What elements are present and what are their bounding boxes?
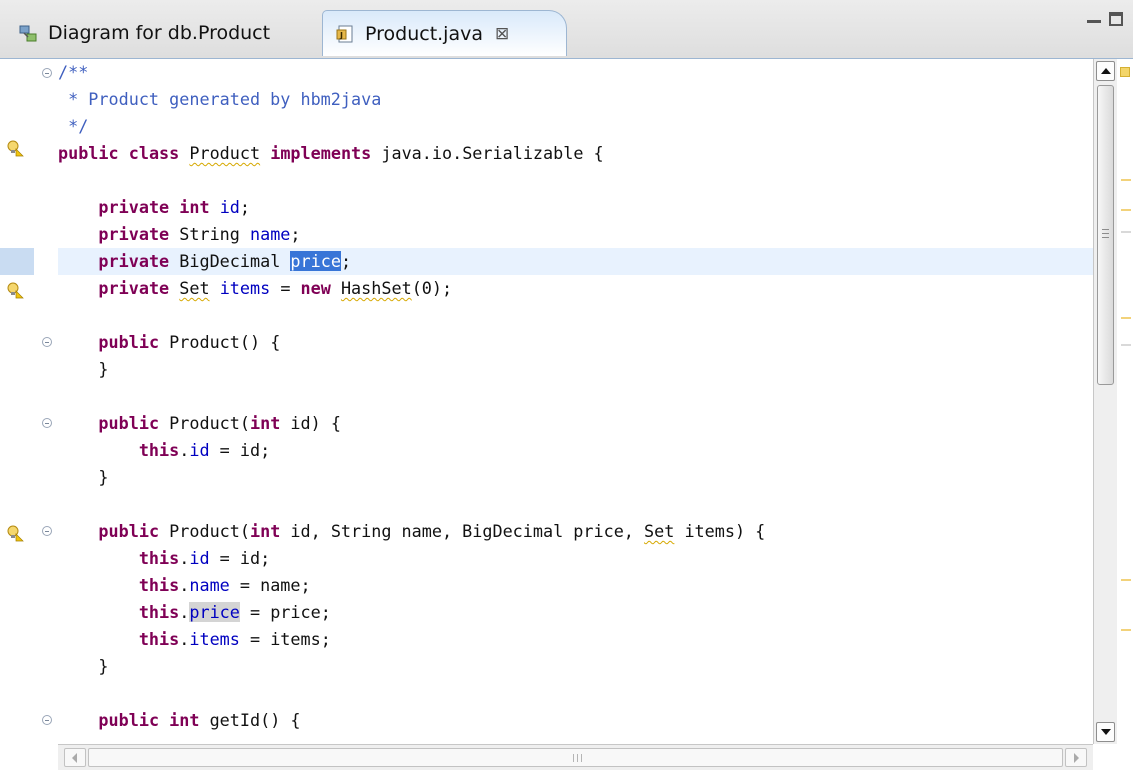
- code-line: this.price = price;: [138, 602, 331, 622]
- warning-summary-icon[interactable]: [1120, 67, 1130, 77]
- warning-lightbulb-icon[interactable]: [6, 524, 24, 542]
- warning-marker[interactable]: [1121, 209, 1131, 211]
- warning-marker[interactable]: [1121, 317, 1131, 319]
- tab-label: Diagram for db.Product: [48, 22, 271, 44]
- collapse-fold-icon[interactable]: [42, 337, 52, 347]
- warning-lightbulb-icon[interactable]: [6, 139, 24, 157]
- code-line: * Product generated by hbm2java: [58, 89, 382, 109]
- svg-text:J: J: [339, 31, 343, 40]
- arrow-left-icon: [72, 753, 77, 763]
- horizontal-scroll-thumb[interactable]: [88, 748, 1063, 767]
- tab-product-java[interactable]: J Product.java ⊠: [322, 10, 567, 56]
- code-line: public Product(int id) {: [98, 413, 341, 433]
- collapse-fold-icon[interactable]: [42, 715, 52, 725]
- code-line: private int id;: [98, 197, 251, 217]
- grip-line: [581, 754, 582, 762]
- tab-diagram[interactable]: Diagram for db.Product: [4, 10, 304, 56]
- view-controls: [1087, 12, 1123, 26]
- selected-text: price: [290, 251, 341, 271]
- editor-tab-bar: Diagram for db.Product J Product.java ⊠: [0, 0, 1133, 58]
- code-line: }: [98, 467, 109, 487]
- occurrence-marker[interactable]: [1121, 231, 1131, 233]
- scroll-right-button[interactable]: [1065, 748, 1087, 767]
- code-line: }: [98, 359, 109, 379]
- overview-ruler[interactable]: [1117, 59, 1133, 744]
- scroll-down-button[interactable]: [1096, 722, 1115, 742]
- occurrence-highlight: price: [189, 602, 240, 622]
- grip-line: [1102, 237, 1109, 238]
- warning-marker[interactable]: [1121, 179, 1131, 181]
- code-line: public int getId() {: [98, 710, 301, 730]
- horizontal-scrollbar[interactable]: [58, 744, 1093, 770]
- code-line: this.items = items;: [138, 629, 331, 649]
- grip-line: [573, 754, 574, 762]
- grip-line: [577, 754, 578, 762]
- collapse-fold-icon[interactable]: [42, 526, 52, 536]
- minimize-icon[interactable]: [1087, 15, 1101, 23]
- tab-label: Product.java: [365, 22, 483, 45]
- code-line: */: [58, 116, 89, 136]
- scroll-left-button[interactable]: [64, 748, 86, 767]
- annotation-ruler[interactable]: [0, 59, 34, 744]
- java-file-icon: J: [336, 25, 353, 42]
- code-line: /**: [58, 62, 89, 82]
- code-line: private String name;: [98, 224, 301, 244]
- code-line-current: private BigDecimal price;: [58, 248, 1093, 275]
- close-tab-icon[interactable]: ⊠: [495, 24, 509, 44]
- folding-ruler: [34, 59, 58, 744]
- collapse-fold-icon[interactable]: [42, 418, 52, 428]
- arrow-up-icon: [1101, 68, 1111, 74]
- code-line: this.id = id;: [138, 440, 271, 460]
- code-area[interactable]: /** * Product generated by hbm2java */ p…: [58, 59, 1093, 744]
- code-line: this.id = id;: [138, 548, 271, 568]
- warning-lightbulb-icon[interactable]: [6, 281, 24, 299]
- warning-marker[interactable]: [1121, 629, 1131, 631]
- diagram-icon: [19, 25, 37, 42]
- vertical-scrollbar[interactable]: [1093, 59, 1117, 744]
- code-line: private Set items = new HashSet(0);: [98, 278, 453, 298]
- occurrence-marker[interactable]: [1121, 344, 1131, 346]
- code-line: public class Product implements java.io.…: [58, 143, 604, 163]
- grip-line: [1102, 229, 1109, 230]
- collapse-fold-icon[interactable]: [42, 68, 52, 78]
- code-line: }: [98, 656, 109, 676]
- code-line: public Product(int id, String name, BigD…: [98, 521, 766, 541]
- scroll-up-button[interactable]: [1096, 61, 1115, 81]
- maximize-icon[interactable]: [1109, 12, 1123, 26]
- warning-marker[interactable]: [1121, 579, 1131, 581]
- grip-line: [1102, 233, 1109, 234]
- code-line: this.name = name;: [138, 575, 311, 595]
- code-line: public Product() {: [98, 332, 281, 352]
- vertical-scroll-thumb[interactable]: [1097, 85, 1114, 385]
- current-line-marker: [0, 248, 34, 275]
- arrow-right-icon: [1074, 753, 1079, 763]
- arrow-down-icon: [1101, 729, 1111, 735]
- java-editor: /** * Product generated by hbm2java */ p…: [0, 58, 1133, 772]
